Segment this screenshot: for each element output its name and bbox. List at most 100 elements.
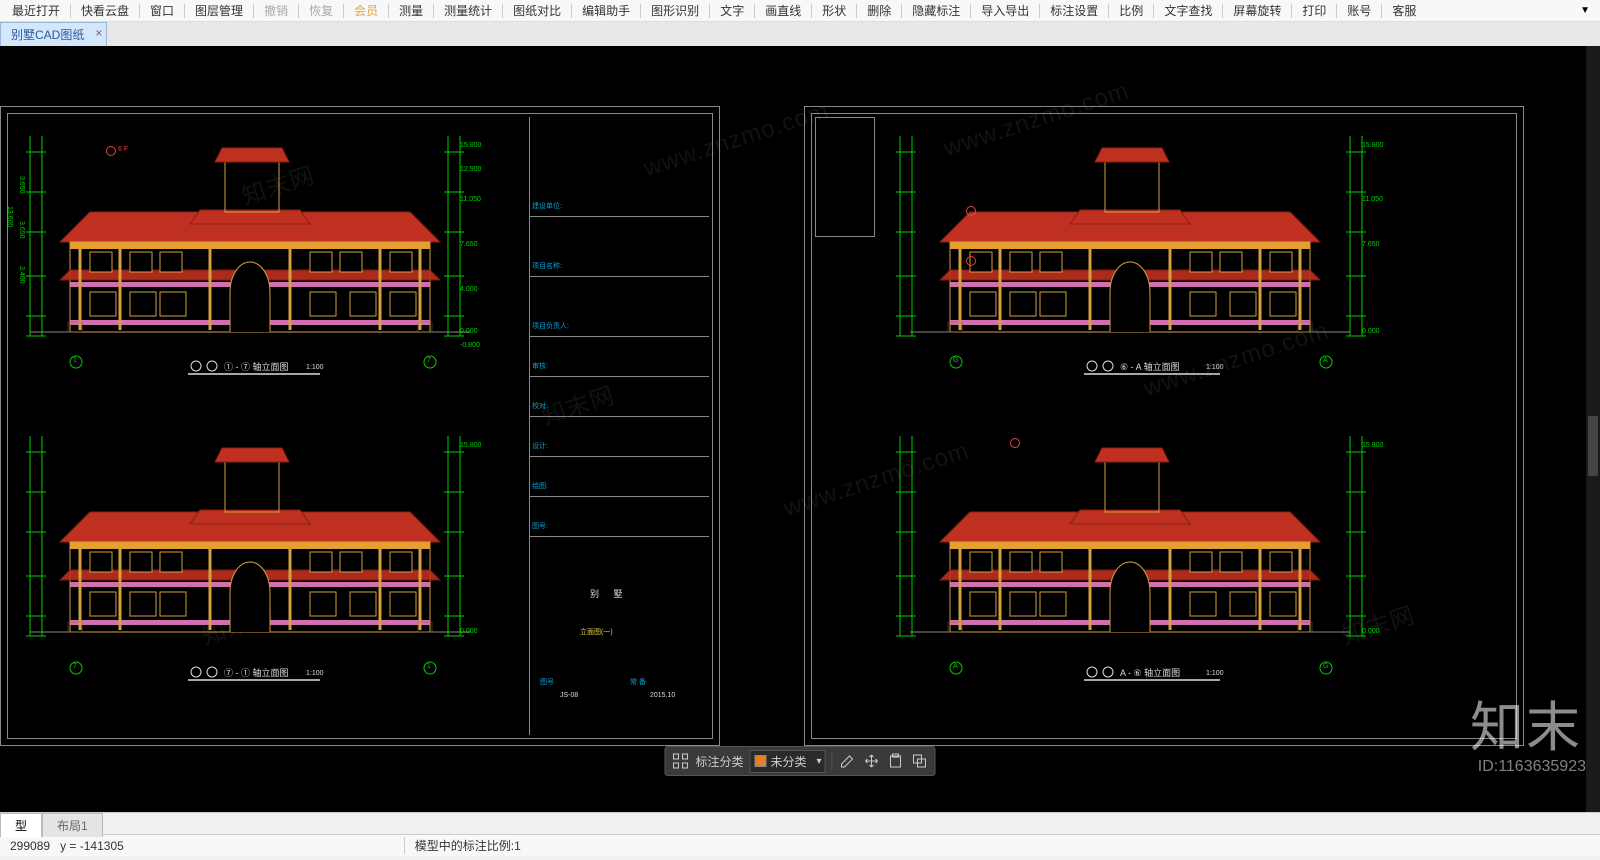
move-icon[interactable] <box>863 752 881 770</box>
menu-recent[interactable]: 最近打开 <box>4 0 68 21</box>
menubar-overflow[interactable]: ▼ <box>1574 5 1596 16</box>
section-mark-icon <box>106 146 116 156</box>
level-text: 11.050 <box>1362 196 1383 203</box>
elevation-tr <box>920 126 1350 396</box>
section-mark-icon <box>1010 438 1020 448</box>
dim-text: 13.600 <box>6 206 13 227</box>
elevation-tl <box>50 126 480 396</box>
tb-project-name: 别 墅 <box>590 587 629 600</box>
tb-label: 项目负责人: <box>530 317 709 335</box>
layout-tab-layout1[interactable]: 布局1 <box>42 813 103 837</box>
layout-tab-model[interactable]: 型 <box>0 813 42 837</box>
axis-label: 7 <box>73 663 77 670</box>
level-text: 15.800 <box>460 142 481 149</box>
menu-edit-helper[interactable]: 编辑助手 <box>574 0 638 21</box>
axis-label: G <box>953 357 958 364</box>
menu-vip[interactable]: 会员 <box>346 0 386 21</box>
scrollbar-thumb[interactable] <box>1588 416 1598 476</box>
color-swatch-icon <box>755 755 767 767</box>
section-mark-icon <box>966 256 976 266</box>
menu-anno-settings[interactable]: 标注设置 <box>1042 0 1106 21</box>
menu-account[interactable]: 账号 <box>1339 0 1379 21</box>
document-tab-label: 别墅CAD图纸 <box>11 28 84 42</box>
menu-print[interactable]: 打印 <box>1294 0 1334 21</box>
drawing-title: ⑥ - A 轴立面图 <box>1120 360 1180 373</box>
axis-label: 1 <box>73 357 77 364</box>
menu-measure[interactable]: 测量 <box>391 0 431 21</box>
menu-shape-recog[interactable]: 图形识别 <box>643 0 707 21</box>
level-text: 4.000 <box>460 286 478 293</box>
tb-label: 建设单位: <box>530 197 709 215</box>
dim-text: 3.400 <box>18 266 25 284</box>
level-text: 12.900 <box>460 166 481 173</box>
drawing-title: ⑦ - ① 轴立面图 <box>224 666 289 679</box>
title-block-stub <box>815 117 875 237</box>
axis-label: A <box>1323 357 1328 364</box>
coord-readout: 299089 y = -141305 <box>0 839 134 853</box>
category-dropdown[interactable]: 未分类 <box>750 750 826 773</box>
menu-text[interactable]: 文字 <box>712 0 752 21</box>
tb-label: 校对: <box>530 397 709 415</box>
tb-sheet-name: 立面图(一) <box>580 627 613 637</box>
menu-scale[interactable]: 比例 <box>1111 0 1151 21</box>
menu-measure-stats[interactable]: 测量统计 <box>436 0 500 21</box>
level-text: 0.000 <box>1362 328 1380 335</box>
axis-label: 7 <box>427 357 431 364</box>
axis-label: G <box>1323 663 1328 670</box>
elevation-br <box>920 416 1350 696</box>
menu-redo[interactable]: 恢复 <box>301 0 341 21</box>
model-scale-readout: 模型中的标注比例:1 <box>404 837 531 854</box>
brand-id: ID:1163635923 <box>1478 758 1586 776</box>
drawing-title: A - ⑥ 轴立面图 <box>1120 666 1180 679</box>
clipboard-icon[interactable] <box>887 752 905 770</box>
dim-text: 3.650 <box>18 221 25 239</box>
close-icon[interactable]: × <box>95 26 102 40</box>
document-tab[interactable]: 别墅CAD图纸 × <box>0 22 107 46</box>
category-value: 未分类 <box>771 753 807 770</box>
drawing-scale: 1:100 <box>1206 364 1224 371</box>
menu-undo[interactable]: 撤销 <box>256 0 296 21</box>
menu-rotate-screen[interactable]: 屏幕旋转 <box>1225 0 1289 21</box>
level-text: 15.800 <box>460 442 481 449</box>
annotation-toolbar: 标注分类 未分类 <box>664 746 935 776</box>
level-text: 15.800 <box>1362 142 1383 149</box>
tb-label: 审核: <box>530 357 709 375</box>
layout-tabbar: 型 布局1 <box>0 812 1600 834</box>
level-text: 7.650 <box>460 241 478 248</box>
category-label: 标注分类 <box>695 753 743 770</box>
status-bar: 299089 y = -141305 模型中的标注比例:1 <box>0 834 1600 856</box>
drawing-canvas[interactable]: 知末网 www.znzmo.com www.znzmo.com 知末网 www.… <box>0 46 1600 812</box>
menu-delete[interactable]: 删除 <box>859 0 899 21</box>
level-text: 0.000 <box>1362 628 1380 635</box>
drawing-scale: 1:100 <box>306 670 324 677</box>
tb-label: 绘图: <box>530 477 709 495</box>
canvas-scrollbar-vertical[interactable] <box>1586 46 1600 812</box>
drawing-scale: 1:100 <box>306 364 324 371</box>
menu-hide-anno[interactable]: 隐藏标注 <box>904 0 968 21</box>
menu-cloud[interactable]: 快看云盘 <box>73 0 137 21</box>
section-mark-icon <box>966 206 976 216</box>
level-text: 15.800 <box>1362 442 1383 449</box>
tb-label: 图号 <box>540 677 554 687</box>
menu-support[interactable]: 客服 <box>1384 0 1424 21</box>
menu-shape[interactable]: 形状 <box>814 0 854 21</box>
tb-label: 项目名称: <box>530 257 709 275</box>
menu-import-export[interactable]: 导入导出 <box>973 0 1037 21</box>
menu-compare[interactable]: 图纸对比 <box>505 0 569 21</box>
level-text: 0.000 <box>460 328 478 335</box>
tb-date: 2015.10 <box>650 692 675 699</box>
grid-icon[interactable] <box>671 752 689 770</box>
copy-icon[interactable] <box>911 752 929 770</box>
menu-find-text[interactable]: 文字查找 <box>1156 0 1220 21</box>
menu-window[interactable]: 窗口 <box>142 0 182 21</box>
elevation-bl <box>50 416 480 696</box>
menu-line[interactable]: 画直线 <box>757 0 809 21</box>
menu-layers[interactable]: 图层管理 <box>187 0 251 21</box>
axis-label: A <box>953 663 958 670</box>
drawing-title: ① - ⑦ 轴立面图 <box>224 360 289 373</box>
edit-icon[interactable] <box>839 752 857 770</box>
level-text: 0.000 <box>460 628 478 635</box>
tb-sheet-no: JS-08 <box>560 692 578 699</box>
document-tabbar: 别墅CAD图纸 × <box>0 22 1600 46</box>
menubar: 最近打开 快看云盘 窗口 图层管理 撤销 恢复 会员 测量 测量统计 图纸对比 … <box>0 0 1600 22</box>
